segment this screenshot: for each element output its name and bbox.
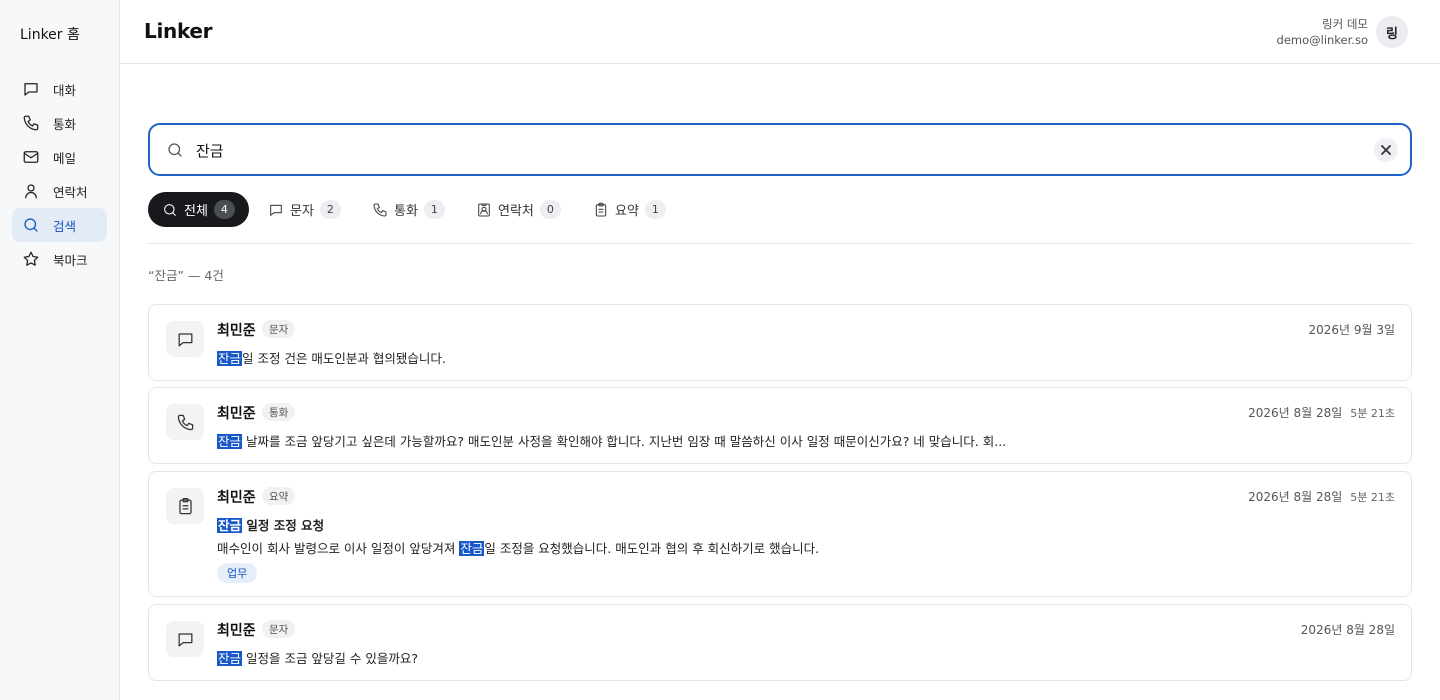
message-icon	[22, 80, 40, 98]
close-icon	[1381, 145, 1391, 155]
tab-label: 통화	[394, 204, 418, 219]
sidebar-nav: 대화 통화 메일 연락처 검색 북마크	[12, 72, 107, 276]
snippet-text: 일정을 조금 앞당길 수 있을까요?	[242, 651, 419, 666]
call-duration: 5분 21초	[1350, 407, 1395, 420]
tab-contacts[interactable]: 연락처 0	[476, 192, 561, 227]
search-highlight: 잔금	[217, 434, 243, 449]
result-date: 2026년 8월 28일	[1301, 621, 1395, 638]
sidebar-item-chat[interactable]: 대화	[12, 72, 107, 106]
phone-icon	[372, 202, 388, 218]
tab-label: 전체	[184, 204, 208, 219]
search-icon	[166, 141, 184, 159]
search-highlight: 잔금	[459, 541, 485, 556]
sidebar-item-label: 메일	[53, 150, 77, 166]
sidebar-item-label: 연락처	[53, 184, 88, 200]
home-link[interactable]: Linker 홈	[20, 24, 80, 44]
tab-all[interactable]: 전체 4	[148, 192, 249, 227]
snippet-text: 일 조정 건은 매도인분과 협의됐습니다.	[242, 351, 446, 366]
summary-title: 잔금 일정 조정 요청	[217, 515, 324, 534]
tab-messages[interactable]: 문자 2	[268, 192, 341, 227]
sidebar-item-label: 검색	[53, 218, 77, 234]
type-badge: 요약	[262, 487, 296, 505]
top-header: Linker 링커 데모 demo@linker.so 링	[120, 0, 1440, 64]
search-box	[148, 123, 1412, 176]
sidebar-item-contacts[interactable]: 연락처	[12, 174, 107, 208]
clipboard-icon	[593, 202, 609, 218]
phone-icon	[166, 404, 204, 440]
user-icon	[22, 182, 40, 200]
sidebar-item-label: 북마크	[53, 252, 88, 268]
search-highlight: 잔금	[217, 651, 243, 666]
result-date: 2026년 8월 28일 5분 21초	[1248, 404, 1395, 421]
star-icon	[22, 250, 40, 268]
sidebar-item-calls[interactable]: 통화	[12, 106, 107, 140]
date-text: 2026년 9월 3일	[1308, 323, 1395, 337]
category-tag[interactable]: 업무	[217, 563, 258, 583]
search-highlight: 잔금	[217, 518, 243, 533]
sidebar-item-label: 통화	[53, 116, 77, 132]
body-text: 일 조정을 요청했습니다. 매도인과 협의 후 회신하기로 했습니다.	[484, 541, 820, 556]
filter-tabs: 전체 4 문자 2 통화 1 연락처 0 요약 1	[148, 192, 1412, 244]
result-card[interactable]: 최민준 문자 2026년 9월 3일 잔금일 조정 건은 매도인분과 협의됐습니…	[148, 304, 1412, 381]
summary-body: 매수인이 회사 발령으로 이사 일정이 앞당겨져 잔금일 조정을 요청했습니다.…	[217, 538, 819, 557]
avatar[interactable]: 링	[1376, 16, 1408, 48]
tab-calls[interactable]: 통화 1	[372, 192, 445, 227]
date-text: 2026년 8월 28일	[1300, 623, 1395, 637]
user-info: 링커 데모 demo@linker.so	[1277, 16, 1368, 48]
sidebar-item-label: 대화	[53, 82, 77, 98]
type-badge: 문자	[262, 320, 296, 338]
sidebar-item-search[interactable]: 검색	[12, 208, 107, 242]
type-badge: 문자	[262, 620, 296, 638]
snippet-text: 날짜를 조금 앞당기고 싶은데 가능할까요? 매도인분 사정을 확인해야 합니다…	[242, 434, 1007, 449]
result-summary: “잔금” — 4건	[148, 268, 224, 283]
result-snippet: 잔금 날짜를 조금 앞당기고 싶은데 가능할까요? 매도인분 사정을 확인해야 …	[217, 431, 1006, 450]
phone-icon	[22, 114, 40, 132]
mail-icon	[22, 148, 40, 166]
contact-name: 최민준	[217, 406, 256, 422]
result-snippet: 잔금 일정을 조금 앞당길 수 있을까요?	[217, 648, 418, 667]
clipboard-icon	[166, 488, 204, 524]
result-card[interactable]: 최민준 문자 2026년 8월 28일 잔금 일정을 조금 앞당길 수 있을까요…	[148, 604, 1412, 681]
user-name: 링커 데모	[1322, 17, 1368, 31]
type-badge: 통화	[262, 403, 296, 421]
tab-count: 4	[213, 200, 235, 219]
result-date: 2026년 9월 3일	[1308, 321, 1395, 338]
body-text: 매수인이 회사 발령으로 이사 일정이 앞당겨져	[217, 541, 460, 556]
message-icon	[268, 202, 284, 218]
message-icon	[166, 321, 204, 357]
result-snippet: 잔금일 조정 건은 매도인분과 협의됐습니다.	[217, 348, 446, 367]
contact-name: 최민준	[217, 623, 256, 639]
result-date: 2026년 8월 28일 5분 21초	[1248, 488, 1395, 505]
contact-name: 최민준	[217, 323, 256, 339]
tab-count: 0	[539, 200, 561, 219]
search-icon	[22, 216, 40, 234]
tab-count: 1	[644, 200, 666, 219]
result-card[interactable]: 최민준 요약 2026년 8월 28일 5분 21초 잔금 일정 조정 요청 매수…	[148, 471, 1412, 597]
contact-name: 최민준	[217, 490, 256, 506]
user-email: demo@linker.so	[1276, 33, 1368, 47]
search-input[interactable]	[196, 135, 1346, 165]
tab-label: 연락처	[498, 204, 534, 219]
sidebar: Linker 홈 대화 통화 메일 연락처 검색 북마크	[0, 0, 120, 700]
search-icon	[162, 202, 178, 218]
tab-count: 2	[319, 200, 341, 219]
call-duration: 5분 21초	[1350, 491, 1395, 504]
tab-label: 요약	[615, 204, 639, 219]
sidebar-item-bookmarks[interactable]: 북마크	[12, 242, 107, 276]
sidebar-item-mail[interactable]: 메일	[12, 140, 107, 174]
tab-summaries[interactable]: 요약 1	[593, 192, 666, 227]
contact-icon	[476, 202, 492, 218]
tab-count: 1	[423, 200, 445, 219]
search-highlight: 잔금	[217, 351, 243, 366]
result-card[interactable]: 최민준 통화 2026년 8월 28일 5분 21초 잔금 날짜를 조금 앞당기고…	[148, 387, 1412, 464]
tab-label: 문자	[290, 204, 314, 219]
clear-search-button[interactable]	[1374, 138, 1398, 162]
page-title: Linker	[144, 19, 213, 43]
message-icon	[166, 621, 204, 657]
date-text: 2026년 8월 28일	[1248, 490, 1343, 504]
date-text: 2026년 8월 28일	[1248, 406, 1343, 420]
title-text: 일정 조정 요청	[242, 518, 325, 533]
